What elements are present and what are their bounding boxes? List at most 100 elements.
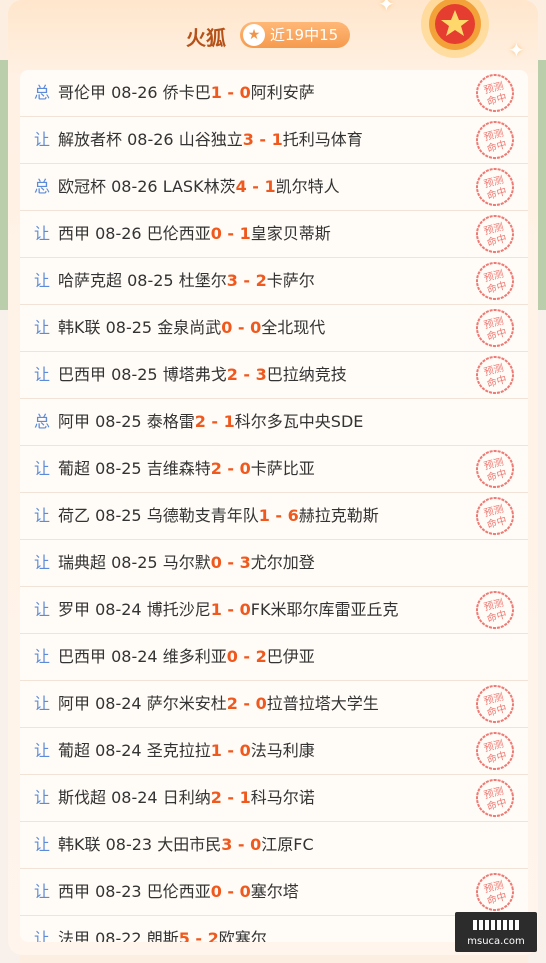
prediction-hit-stamp-icon: 预测命中 — [476, 591, 514, 629]
match-row[interactable]: 让葡超 08-24 圣克拉拉1 - 0法马利康 预测 命中 — [20, 728, 528, 775]
match-row[interactable]: 让法甲 08-22 朗斯5 - 2欧塞尔预测命中 — [20, 916, 528, 942]
away-score: 1 — [223, 412, 235, 431]
score-separator: - — [232, 318, 251, 337]
match-row[interactable]: 让西甲 08-26 巴伦西亚0 - 1皇家贝蒂斯 预测 命中 — [20, 211, 528, 258]
prediction-hit-stamp-icon: 预测命中 — [476, 732, 514, 770]
sparkle-icon: ✦ — [378, 0, 395, 16]
home-team: 吉维森特 — [146, 459, 211, 478]
home-team: 侨卡巴 — [162, 83, 211, 102]
match-row[interactable]: 让韩K联 08-25 金泉尚武0 - 0全北现代 预测 命中 — [20, 305, 528, 352]
bet-type-label: 让 — [34, 600, 51, 619]
match-row[interactable]: 让巴西甲 08-24 维多利亚0 - 2巴伊亚 — [20, 634, 528, 681]
prediction-hit-stamp-icon: 预测命中 — [476, 450, 514, 488]
match-row[interactable]: 让巴西甲 08-25 博塔弗戈2 - 3巴拉纳竞技 预测 命中 — [20, 352, 528, 399]
league-name: 哥伦甲 — [58, 83, 107, 102]
match-row[interactable]: 总哥伦甲 08-26 侨卡巴1 - 0阿利安萨 预测 命中 — [20, 70, 528, 117]
match-info: 法甲 08-22 朗斯5 - 2欧塞尔 — [58, 916, 267, 942]
bet-type-label: 让 — [34, 271, 51, 290]
league-name: 阿甲 — [58, 412, 91, 431]
match-row[interactable]: 总欧冠杯 08-26 LASK林茨4 - 1凯尔特人 预测 命中 — [20, 164, 528, 211]
home-team: 山谷独立 — [178, 130, 243, 149]
league-name: 巴西甲 — [58, 365, 107, 384]
match-date: 08-23 — [95, 882, 142, 901]
home-team: 杜堡尔 — [178, 271, 227, 290]
match-date: 08-26 — [127, 130, 174, 149]
prediction-hit-stamp-icon: 预测命中 — [476, 262, 514, 300]
home-score: 2 — [194, 412, 206, 431]
prediction-hit-stamp-icon: 预测命中 — [476, 497, 514, 535]
home-score: 2 — [226, 694, 238, 713]
watermark-logo — [473, 920, 519, 930]
home-team: 大田市民 — [157, 835, 222, 854]
league-name: 葡超 — [58, 459, 91, 478]
away-score: 0 — [239, 882, 251, 901]
home-score: 3 — [226, 271, 238, 290]
match-row[interactable]: 让哈萨克超 08-25 杜堡尔3 - 2卡萨尔 预测 命中 — [20, 258, 528, 305]
score-separator: - — [237, 694, 256, 713]
score-separator: - — [205, 412, 224, 431]
match-row[interactable]: 让韩K联 08-23 大田市民3 - 0江原FC — [20, 822, 528, 869]
match-row[interactable]: 让葡超 08-25 吉维森特2 - 0卡萨比亚 预测 命中 — [20, 446, 528, 493]
match-info: 阿甲 08-24 萨尔米安杜2 - 0拉普拉塔大学生 — [58, 681, 379, 727]
league-name: 法甲 — [58, 929, 91, 942]
bet-type-label: 让 — [34, 506, 51, 525]
match-info: 阿甲 08-25 泰格雷2 - 1科尔多瓦中央SDE — [58, 399, 363, 445]
score-separator: - — [269, 506, 288, 525]
league-name: 巴西甲 — [58, 647, 107, 666]
home-team: 萨尔米安杜 — [146, 694, 227, 713]
site-watermark: msuca.com — [455, 912, 537, 952]
bet-type-label: 让 — [34, 224, 51, 243]
score-separator: - — [237, 647, 256, 666]
score-separator: - — [221, 741, 240, 760]
score-separator: - — [221, 600, 240, 619]
away-score: 6 — [287, 506, 299, 525]
match-info: 解放者杯 08-26 山谷独立3 - 1托利马体育 — [58, 117, 363, 163]
home-score: 0 — [226, 647, 238, 666]
home-score: 2 — [210, 788, 222, 807]
match-info: 瑞典超 08-25 马尔默0 - 3尤尔加登 — [58, 540, 315, 586]
home-score: 5 — [178, 929, 190, 942]
away-score: 0 — [239, 83, 251, 102]
match-info: 荷乙 08-25 乌德勒支青年队1 - 6赫拉克勒斯 — [58, 493, 379, 539]
league-name: 罗甲 — [58, 600, 91, 619]
away-score: 0 — [239, 741, 251, 760]
prediction-hit-stamp-icon: 预测命中 — [476, 74, 514, 112]
away-team: 拉普拉塔大学生 — [266, 694, 379, 713]
away-team: 科尔多瓦中央SDE — [234, 412, 364, 431]
prediction-hit-stamp-icon: 预测命中 — [476, 121, 514, 159]
home-team: LASK林茨 — [162, 177, 236, 196]
match-date: 08-25 — [105, 318, 153, 337]
score-separator: - — [221, 459, 240, 478]
score-separator: - — [221, 788, 240, 807]
away-score: 0 — [250, 835, 262, 854]
bet-type-label: 让 — [34, 459, 51, 478]
match-row[interactable]: 让斯伐超 08-24 日利纳2 - 1科马尔诺 预测 命中 — [20, 775, 528, 822]
match-date: 08-22 — [95, 929, 142, 942]
match-row[interactable]: 让阿甲 08-24 萨尔米安杜2 - 0拉普拉塔大学生 预测 命中 — [20, 681, 528, 728]
match-info: 斯伐超 08-24 日利纳2 - 1科马尔诺 — [58, 775, 315, 821]
home-team: 巴伦西亚 — [146, 882, 211, 901]
away-score: 1 — [239, 224, 251, 243]
home-team: 朗斯 — [146, 929, 179, 942]
match-row[interactable]: 让罗甲 08-24 博托沙尼1 - 0FK米耶尔库雷亚丘克 预测 命中 — [20, 587, 528, 634]
match-row[interactable]: 让西甲 08-23 巴伦西亚0 - 0塞尔塔 预测 命中 — [20, 869, 528, 916]
away-score: 0 — [239, 600, 251, 619]
score-separator: - — [232, 835, 251, 854]
bet-type-label: 让 — [34, 647, 51, 666]
home-score: 2 — [226, 365, 238, 384]
away-team: 凯尔特人 — [275, 177, 340, 196]
match-row[interactable]: 让瑞典超 08-25 马尔默0 - 3尤尔加登 — [20, 540, 528, 587]
score-separator: - — [246, 177, 265, 196]
match-info: 哈萨克超 08-25 杜堡尔3 - 2卡萨尔 — [58, 258, 315, 304]
match-row[interactable]: 让解放者杯 08-26 山谷独立3 - 1托利马体育 预测 命中 — [20, 117, 528, 164]
away-team: 尤尔加登 — [250, 553, 315, 572]
home-score: 0 — [210, 882, 222, 901]
bet-type-label: 让 — [34, 835, 51, 854]
star-icon: ★ — [243, 24, 265, 46]
match-info: 哥伦甲 08-26 侨卡巴1 - 0阿利安萨 — [58, 70, 315, 116]
bet-type-label: 总 — [34, 83, 51, 102]
match-info: 巴西甲 08-24 维多利亚0 - 2巴伊亚 — [58, 634, 315, 680]
match-row[interactable]: 总阿甲 08-25 泰格雷2 - 1科尔多瓦中央SDE — [20, 399, 528, 446]
league-name: 阿甲 — [58, 694, 91, 713]
match-row[interactable]: 让荷乙 08-25 乌德勒支青年队1 - 6赫拉克勒斯 预测 命中 — [20, 493, 528, 540]
